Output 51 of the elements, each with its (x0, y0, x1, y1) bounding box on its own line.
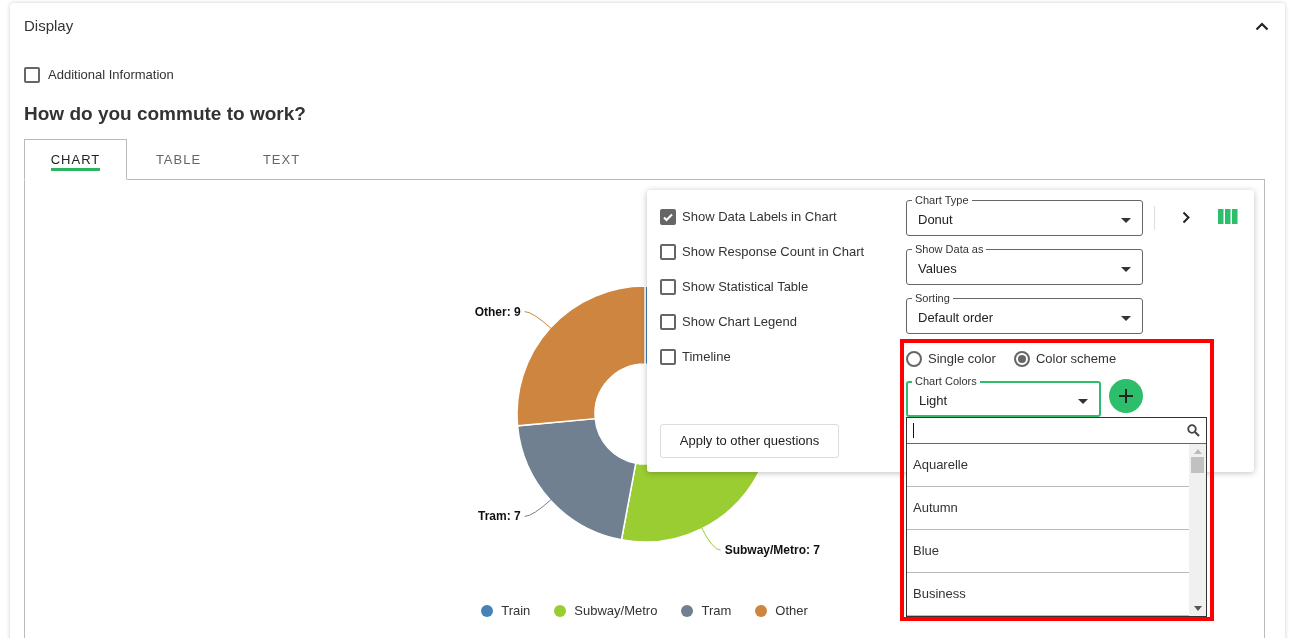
question-title: How do you commute to work? (24, 101, 307, 126)
select-value: Donut (918, 211, 953, 230)
chevron-up-icon[interactable] (1255, 21, 1269, 31)
checkbox[interactable] (660, 348, 676, 365)
leader-line (523, 311, 552, 330)
caret-icon (1121, 315, 1131, 321)
chevron-right-icon[interactable] (1182, 211, 1190, 224)
select-value: Light (919, 392, 948, 411)
radio-button[interactable] (906, 351, 922, 367)
scrollbar[interactable] (1189, 444, 1206, 616)
option-label: Timeline (682, 347, 731, 366)
caret-icon (1121, 217, 1131, 223)
checkbox-label: Additional Information (48, 66, 174, 84)
legend-label: Train (501, 602, 531, 620)
caret-icon (1121, 266, 1131, 272)
option-label: Show Response Count in Chart (682, 242, 865, 261)
checkbox[interactable] (660, 243, 676, 260)
legend-label: Subway/Metro (574, 602, 658, 620)
data-label: Subway/Metro: 7 (724, 543, 820, 558)
field-label: Chart Colors (912, 374, 980, 388)
field-label: Sorting (912, 291, 953, 305)
scroll-down-arrow-icon[interactable] (1193, 606, 1202, 611)
select-value: Values (918, 260, 957, 279)
scrollbar-thumb[interactable] (1191, 457, 1204, 473)
checkbox[interactable] (660, 313, 676, 330)
checkbox[interactable] (660, 278, 676, 295)
data-label: Other: 9 (474, 304, 521, 319)
tab[interactable]: TABLE (127, 139, 230, 180)
section-title: Display (24, 15, 74, 36)
tab[interactable]: TEXT (230, 139, 333, 180)
field-label: Show Data as (912, 242, 987, 256)
leader-line (700, 526, 721, 551)
plus-icon (1118, 387, 1134, 404)
option-label: Show Chart Legend (682, 312, 797, 331)
legend-label: Other (775, 602, 808, 620)
checkbox[interactable] (660, 208, 676, 225)
radio-label: Color scheme (1035, 350, 1117, 369)
search-icon (1187, 424, 1200, 437)
option-label: Show Data Labels in Chart (682, 207, 837, 226)
radio-button[interactable] (1013, 351, 1030, 367)
caret-icon (1078, 398, 1088, 404)
leader-line (523, 498, 552, 517)
select-value: Default order (918, 309, 994, 328)
field-label: Chart Type (912, 193, 972, 207)
apply-button[interactable]: Apply to other questions (660, 424, 839, 458)
checkbox[interactable] (24, 66, 40, 83)
tab[interactable]: CHART (24, 139, 127, 180)
radio-label: Single color (928, 350, 996, 369)
option-label: Show Statistical Table (682, 277, 809, 296)
legend-label: Tram (701, 602, 732, 620)
data-label: Tram: 7 (477, 509, 521, 524)
